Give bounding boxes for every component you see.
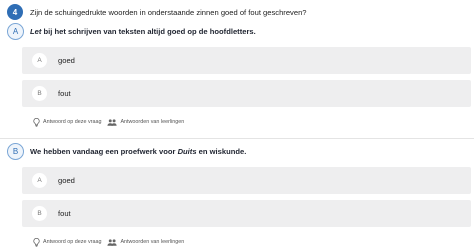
option-label: fout bbox=[58, 89, 71, 98]
sentence-rest: bij het schrijven van teksten altijd goe… bbox=[41, 26, 256, 36]
item-letter-badge: B bbox=[7, 142, 24, 160]
item-footer: Antwoord op deze vraag Antwoorden van le… bbox=[33, 116, 184, 128]
sentence-before: We hebben vandaag een proefwerk voor bbox=[30, 146, 178, 156]
question-item-a: A Let bij het schrijven van teksten alti… bbox=[7, 22, 471, 127]
option-letter: A bbox=[32, 53, 47, 68]
item-sentence: We hebben vandaag een proefwerk voor Dui… bbox=[30, 147, 246, 156]
answer-link-label: Antwoord op deze vraag bbox=[43, 239, 102, 245]
italic-word: Duits bbox=[177, 146, 197, 156]
option-label: fout bbox=[58, 209, 71, 218]
student-answers-label: Antwoorden van leerlingen bbox=[120, 239, 185, 245]
lightbulb-icon bbox=[33, 237, 40, 247]
option-goed[interactable]: A goed bbox=[22, 167, 471, 194]
answer-link-label: Antwoord op deze vraag bbox=[43, 119, 102, 125]
item-letter-badge: A bbox=[7, 22, 24, 40]
item-sentence: Let bij het schrijven van teksten altijd… bbox=[30, 27, 256, 36]
sentence-after: en wiskunde. bbox=[196, 146, 247, 156]
lightbulb-icon bbox=[33, 117, 40, 127]
item-footer: Antwoord op deze vraag Antwoorden van le… bbox=[33, 236, 184, 248]
option-letter: B bbox=[32, 206, 47, 221]
people-icon bbox=[107, 118, 118, 126]
option-label: goed bbox=[58, 56, 75, 65]
question-number-badge: 4 bbox=[7, 4, 23, 20]
student-answers-label: Antwoorden van leerlingen bbox=[120, 119, 185, 125]
option-label: goed bbox=[58, 176, 75, 185]
question-item-b: B We hebben vandaag een proefwerk voor D… bbox=[7, 142, 471, 247]
option-goed[interactable]: A goed bbox=[22, 47, 471, 74]
student-answers-link[interactable]: Antwoorden van leerlingen bbox=[107, 238, 185, 246]
option-letter: A bbox=[32, 173, 47, 188]
section-divider bbox=[0, 138, 474, 139]
option-letter: B bbox=[32, 86, 47, 101]
option-fout[interactable]: B fout bbox=[22, 80, 471, 107]
item-a-header: A Let bij het schrijven van teksten alti… bbox=[7, 22, 467, 40]
answer-link[interactable]: Antwoord op deze vraag bbox=[33, 237, 102, 247]
people-icon bbox=[107, 238, 118, 246]
question-text: Zijn de schuingedrukte woorden in onders… bbox=[30, 7, 307, 17]
italic-word: Let bbox=[30, 26, 42, 36]
answer-link[interactable]: Antwoord op deze vraag bbox=[33, 117, 102, 127]
item-b-header: B We hebben vandaag een proefwerk voor D… bbox=[7, 142, 467, 160]
student-answers-link[interactable]: Antwoorden van leerlingen bbox=[107, 118, 185, 126]
option-fout[interactable]: B fout bbox=[22, 200, 471, 227]
question-header: 4 Zijn de schuingedrukte woorden in onde… bbox=[7, 3, 467, 21]
